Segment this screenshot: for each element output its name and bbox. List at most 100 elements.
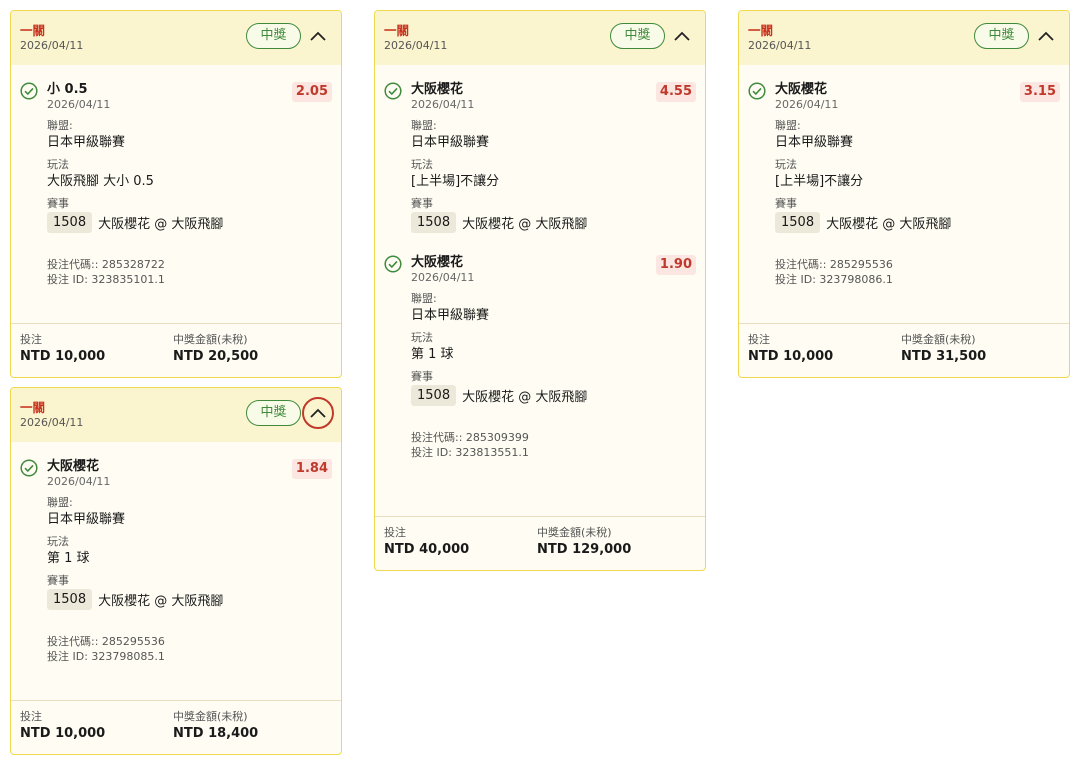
bet-card: 一關 2026/04/11 中獎 2.05 小 0.5 2026/04/11 聯… — [10, 10, 342, 378]
event-code: 1508 — [47, 589, 93, 610]
league-label: 聯盟: — [775, 119, 801, 132]
card-footer: 投注 NTD 40,000 中獎金額(未稅) NTD 129,000 — [375, 516, 705, 570]
event-label: 賽事 — [411, 197, 433, 210]
stake-label: 投注 — [384, 526, 406, 539]
card-header: 一關 2026/04/11 中獎 — [375, 11, 705, 65]
play-label: 玩法 — [411, 331, 433, 344]
selection-name: 小 0.5 — [47, 82, 88, 97]
card-body: 3.15 大阪櫻花 2026/04/11 聯盟: 日本甲級聯賽 玩法 [上半場]… — [739, 82, 1069, 287]
league-value: 日本甲級聯賽 — [775, 135, 854, 150]
selection-date: 2026/04/11 — [47, 98, 111, 111]
win-badge: 中獎 — [610, 23, 665, 49]
selection-date: 2026/04/11 — [775, 98, 839, 111]
event-label: 賽事 — [411, 370, 433, 383]
payout-label: 中獎金額(未稅) — [901, 333, 976, 346]
card-header: 一關 2026/04/11 中獎 — [11, 388, 341, 442]
bet-id: 投注 ID: 323835101.1 — [47, 273, 165, 286]
play-label: 玩法 — [775, 158, 797, 171]
league-label: 聯盟: — [411, 292, 437, 305]
play-value: 第 1 球 — [411, 347, 454, 362]
play-value: [上半場]不讓分 — [411, 174, 500, 189]
odds-badge: 4.55 — [655, 82, 696, 102]
play-value: 第 1 球 — [47, 551, 90, 566]
bet-card: 一關 2026/04/11 中獎 1.84 大阪櫻花 2026/04/11 聯盟… — [10, 387, 342, 755]
bet-id: 投注 ID: 323813551.1 — [411, 446, 529, 459]
card-header: 一關 2026/04/11 中獎 — [739, 11, 1069, 65]
stake-value: NTD 10,000 — [20, 726, 106, 741]
payout-label: 中獎金額(未稅) — [173, 333, 248, 346]
check-circle-icon — [20, 82, 38, 100]
stake-value: NTD 10,000 — [20, 349, 106, 364]
collapse-button[interactable] — [668, 22, 696, 50]
check-circle-icon — [384, 255, 402, 273]
league-value: 日本甲級聯賽 — [411, 308, 490, 323]
event-label: 賽事 — [775, 197, 797, 210]
check-circle-icon — [384, 82, 402, 100]
bet-card: 一關 2026/04/11 中獎 4.55 大阪櫻花 2026/04/11 聯盟… — [374, 10, 706, 571]
bet-code: 投注代碼:: 285295536 — [775, 258, 893, 271]
league-value: 日本甲級聯賽 — [47, 512, 126, 527]
odds-badge: 1.90 — [655, 255, 696, 275]
card-body: 4.55 大阪櫻花 2026/04/11 聯盟: 日本甲級聯賽 玩法 [上半場]… — [375, 82, 705, 460]
card-footer: 投注 NTD 10,000 中獎金額(未稅) NTD 18,400 — [11, 700, 341, 754]
event-name: 大阪櫻花 @ 大阪飛腳 — [462, 217, 588, 232]
selection-date: 2026/04/11 — [411, 98, 475, 111]
play-value: 大阪飛腳 大小 0.5 — [47, 174, 154, 189]
event-code: 1508 — [411, 212, 457, 233]
card-footer: 投注 NTD 10,000 中獎金額(未稅) NTD 31,500 — [739, 323, 1069, 377]
play-value: [上半場]不讓分 — [775, 174, 864, 189]
event-row: 1508 大阪櫻花 @ 大阪飛腳 — [411, 385, 696, 406]
stake-label: 投注 — [20, 333, 42, 346]
event-name: 大阪櫻花 @ 大阪飛腳 — [98, 217, 224, 232]
stake-label: 投注 — [20, 710, 42, 723]
selection: 4.55 大阪櫻花 2026/04/11 聯盟: 日本甲級聯賽 玩法 [上半場]… — [384, 82, 696, 233]
league-label: 聯盟: — [47, 496, 73, 509]
selection: 3.15 大阪櫻花 2026/04/11 聯盟: 日本甲級聯賽 玩法 [上半場]… — [748, 82, 1060, 233]
event-row: 1508 大阪櫻花 @ 大阪飛腳 — [47, 212, 332, 233]
stake-label: 投注 — [748, 333, 770, 346]
card-body: 2.05 小 0.5 2026/04/11 聯盟: 日本甲級聯賽 玩法 大阪飛腳… — [11, 82, 341, 287]
payout-value: NTD 18,400 — [173, 726, 259, 741]
stake-value: NTD 10,000 — [748, 349, 834, 364]
odds-badge: 3.15 — [1019, 82, 1060, 102]
bet-id: 投注 ID: 323798086.1 — [775, 273, 893, 286]
event-row: 1508 大阪櫻花 @ 大阪飛腳 — [47, 589, 332, 610]
play-label: 玩法 — [47, 158, 69, 171]
selection-date: 2026/04/11 — [411, 271, 475, 284]
win-badge: 中獎 — [974, 23, 1029, 49]
play-label: 玩法 — [411, 158, 433, 171]
event-row: 1508 大阪櫻花 @ 大阪飛腳 — [775, 212, 1060, 233]
payout-label: 中獎金額(未稅) — [173, 710, 248, 723]
card-footer: 投注 NTD 10,000 中獎金額(未稅) NTD 20,500 — [11, 323, 341, 377]
payout-value: NTD 129,000 — [537, 542, 632, 557]
card-header: 一關 2026/04/11 中獎 — [11, 11, 341, 65]
event-name: 大阪櫻花 @ 大阪飛腳 — [98, 594, 224, 609]
stake-value: NTD 40,000 — [384, 542, 470, 557]
chevron-up-icon — [310, 31, 326, 41]
league-label: 聯盟: — [411, 119, 437, 132]
collapse-button[interactable] — [1032, 22, 1060, 50]
bet-code: 投注代碼:: 285295536 — [47, 635, 165, 648]
collapse-button[interactable] — [302, 397, 334, 429]
event-name: 大阪櫻花 @ 大阪飛腳 — [826, 217, 952, 232]
event-code: 1508 — [775, 212, 821, 233]
odds-badge: 2.05 — [291, 82, 332, 102]
odds-badge: 1.84 — [291, 459, 332, 479]
bet-code: 投注代碼:: 285309399 — [411, 431, 529, 444]
event-code: 1508 — [47, 212, 93, 233]
league-label: 聯盟: — [47, 119, 73, 132]
selection: 1.84 大阪櫻花 2026/04/11 聯盟: 日本甲級聯賽 玩法 第 1 球… — [20, 459, 332, 610]
event-name: 大阪櫻花 @ 大阪飛腳 — [462, 390, 588, 405]
selection-name: 大阪櫻花 — [411, 82, 464, 97]
chevron-up-icon — [1038, 31, 1054, 41]
check-circle-icon — [748, 82, 766, 100]
payout-label: 中獎金額(未稅) — [537, 526, 612, 539]
selection: 1.90 大阪櫻花 2026/04/11 聯盟: 日本甲級聯賽 玩法 第 1 球… — [384, 255, 696, 406]
league-value: 日本甲級聯賽 — [47, 135, 126, 150]
event-row: 1508 大阪櫻花 @ 大阪飛腳 — [411, 212, 696, 233]
chevron-up-icon — [674, 31, 690, 41]
chevron-up-icon — [310, 408, 326, 418]
selection-date: 2026/04/11 — [47, 475, 111, 488]
collapse-button[interactable] — [304, 22, 332, 50]
event-label: 賽事 — [47, 197, 69, 210]
